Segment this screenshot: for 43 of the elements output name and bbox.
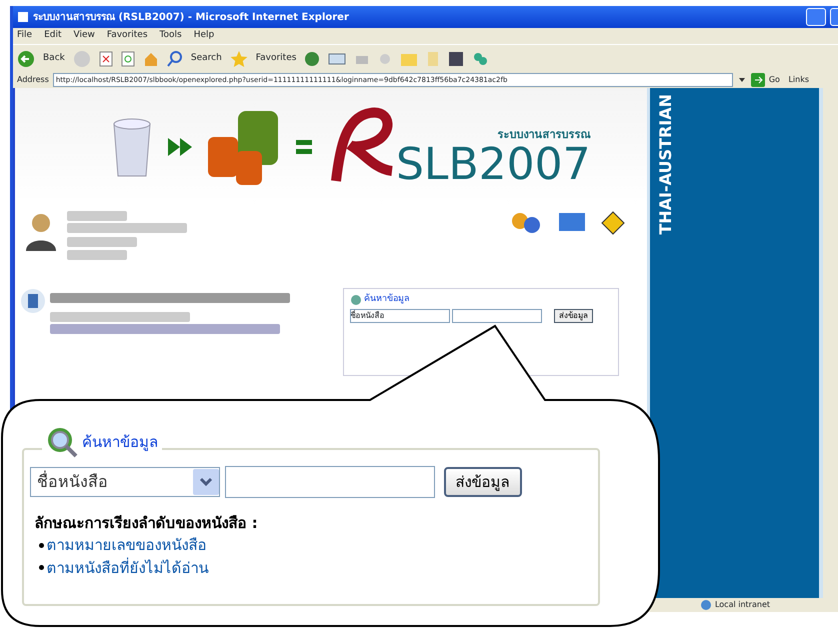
submit-button[interactable]: ส่งข้อมูล xyxy=(444,466,522,498)
menu-item[interactable]: Edit xyxy=(44,29,62,43)
menu-item[interactable]: Favorites xyxy=(106,29,148,43)
back-button[interactable]: Back xyxy=(43,52,65,66)
magnifier-globe-icon xyxy=(46,426,78,458)
logo-name: SLB2007 xyxy=(396,143,591,187)
banner-text: THAI-AUSTRIAN xyxy=(655,94,676,235)
address-label: Address xyxy=(17,74,49,86)
menu-item[interactable]: Help xyxy=(194,29,214,43)
search-legend-text: ค้นหาข้อมูล xyxy=(82,432,158,453)
home-icon[interactable] xyxy=(142,50,159,66)
double-arrow-icon xyxy=(168,138,194,156)
stop-icon[interactable] xyxy=(98,50,113,66)
star-icon[interactable] xyxy=(230,50,248,68)
links-label[interactable]: Links xyxy=(788,74,810,86)
category-dropdown[interactable]: ชื่อหนังสือ xyxy=(350,309,450,323)
globe-icon xyxy=(700,599,712,611)
menu-item[interactable]: View xyxy=(74,29,95,43)
chevron-down-icon xyxy=(193,469,219,495)
search-input[interactable] xyxy=(452,309,542,323)
refresh-icon[interactable] xyxy=(120,50,135,66)
status-zone-text: Local intranet xyxy=(714,599,770,611)
warning-sign-icon[interactable] xyxy=(600,210,624,234)
search-icon[interactable] xyxy=(166,50,183,66)
logo-subtitle: ระบบงานสารบรรณ xyxy=(496,126,591,142)
search-panel-title: ค้นหาข้อมูล xyxy=(364,293,410,306)
sort-link[interactable]: ตามหมายเลขของหนังสือ xyxy=(46,534,206,556)
equals-sign-icon xyxy=(296,140,312,154)
submit-button[interactable]: ส่งข้อมูล xyxy=(554,309,593,323)
minimize-button[interactable] xyxy=(806,8,826,26)
search-input[interactable] xyxy=(224,466,434,498)
menu-item[interactable]: File xyxy=(17,29,32,43)
window-title: ระบบงานสารบรรณ (RSLB2007) - Microsoft Internet Explorer xyxy=(33,10,349,24)
menu-item[interactable]: Tools xyxy=(160,29,182,43)
browser-icon xyxy=(17,11,29,23)
bullet-icon xyxy=(39,565,44,570)
sort-heading: ลักษณะการเรียงลำดับของหนังสือ : xyxy=(34,512,259,534)
go-button[interactable]: Go xyxy=(768,74,780,86)
favorites-button[interactable]: Favorites xyxy=(256,52,296,66)
bullet-icon xyxy=(39,542,44,548)
search-button[interactable]: Search xyxy=(190,52,222,66)
sort-link[interactable]: ตามหนังสือที่ยังไม่ได้อ่าน xyxy=(46,556,208,579)
category-dropdown[interactable]: ชื่อหนังสือ xyxy=(30,467,220,497)
